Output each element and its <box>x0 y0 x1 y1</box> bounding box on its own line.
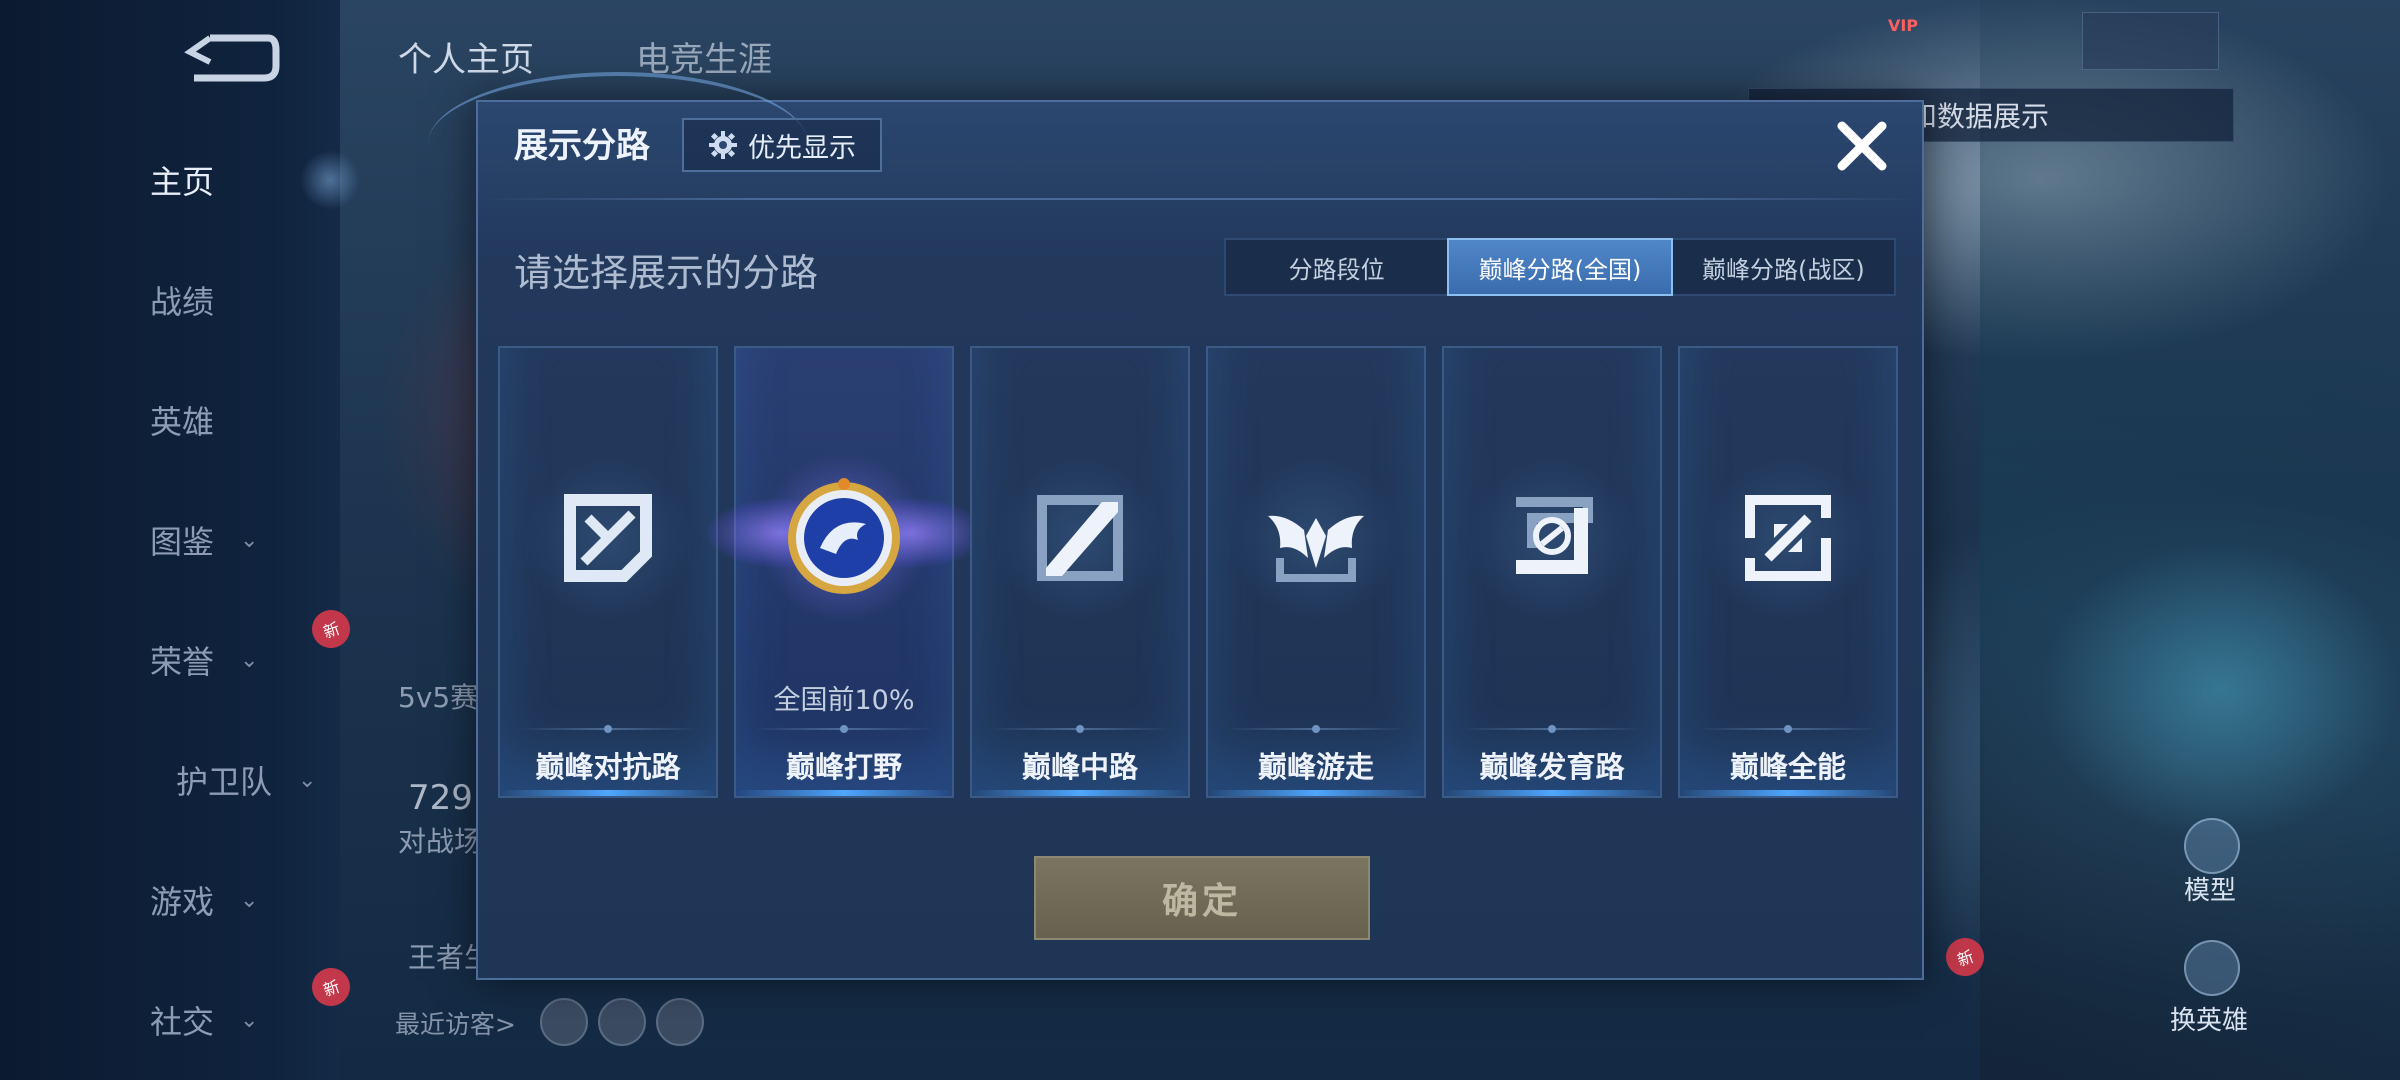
sidebar-item-label: 社交 <box>150 1003 215 1041</box>
stat-number: 729 <box>408 778 473 818</box>
card-divider <box>1462 728 1642 730</box>
change-hero-button[interactable]: 换英雄 <box>2170 1000 2248 1037</box>
sidebar: 主页 战绩 英雄 图鉴 ⌄ 荣誉 ⌄ 新 护卫队 ⌄ 游戏 ⌄ 社交 ⌄ 新 <box>0 0 360 1080</box>
emblem-ring <box>523 453 693 623</box>
mid-lane-icon <box>1037 495 1123 581</box>
close-button[interactable] <box>1830 114 1894 178</box>
tab-personal-home[interactable]: 个人主页 <box>398 32 534 81</box>
card-divider <box>754 728 934 730</box>
change-hero-icon[interactable] <box>2184 940 2240 996</box>
sidebar-item-label: 护卫队 <box>176 763 273 801</box>
lane-type-segmented-control: 分路段位 巅峰分路(全国) 巅峰分路(战区) <box>1224 238 1896 296</box>
lane-card-jungle[interactable]: 全国前10% 巅峰打野 <box>706 346 986 798</box>
lane-display-dialog: 展示分路 优先显示 请选择展示的分路 分路段位 巅峰分路(全国) 巅峰分路(战区… <box>428 72 1924 980</box>
sidebar-item-records[interactable]: 战绩 <box>150 270 330 330</box>
emblem-ring <box>759 453 929 623</box>
card-divider <box>1698 728 1878 730</box>
header-divider <box>478 198 1922 200</box>
sidebar-item-label: 图鉴 <box>150 523 215 561</box>
lane-card-label: 巅峰全能 <box>1729 750 1846 784</box>
lane-card-label: 巅峰游走 <box>1257 750 1374 784</box>
sidebar-item-heroes[interactable]: 英雄 <box>150 390 330 450</box>
close-icon <box>1837 121 1887 171</box>
all-round-icon <box>1745 495 1831 581</box>
sidebar-item-label: 战绩 <box>150 283 215 321</box>
sidebar-item-label: 荣誉 <box>150 643 215 681</box>
dialog-subtitle: 请选择展示的分路 <box>514 251 819 295</box>
emblem-ring <box>1703 453 1873 623</box>
lane-card-mid[interactable]: 巅峰中路 <box>970 346 1190 798</box>
gear-icon <box>709 131 737 159</box>
emblem-ring <box>1467 453 1637 623</box>
segment-lane-rank[interactable]: 分路段位 <box>1226 240 1447 294</box>
card-divider <box>990 728 1170 730</box>
lane-card-label: 巅峰打野 <box>785 750 902 784</box>
visitor-avatar[interactable] <box>598 998 646 1046</box>
dialog-title: 展示分路 <box>514 126 650 166</box>
mode-label: 5v5赛 <box>398 681 479 714</box>
sidebar-item-label: 游戏 <box>150 883 215 921</box>
vip-icon: VIP <box>1888 16 1919 35</box>
lane-card-all-round[interactable]: 巅峰全能 <box>1678 346 1898 798</box>
sidebar-item-games[interactable]: 游戏 ⌄ <box>150 870 330 930</box>
confirm-button[interactable]: 确定 <box>1034 856 1370 940</box>
chevron-down-icon: ⌄ <box>240 527 259 553</box>
priority-display-button[interactable]: 优先显示 <box>682 118 882 172</box>
chevron-down-icon: ⌄ <box>240 887 259 913</box>
chevron-down-icon: ⌄ <box>240 1007 259 1033</box>
top-right-dropdown[interactable] <box>2082 12 2219 70</box>
priority-button-label: 优先显示 <box>748 132 856 164</box>
chevron-down-icon: ⌄ <box>298 767 317 793</box>
back-arrow-icon <box>184 34 280 82</box>
sidebar-item-label: 主页 <box>150 163 215 201</box>
lane-card-roam[interactable]: 巅峰游走 <box>1206 346 1426 798</box>
card-divider <box>1226 728 1406 730</box>
farm-lane-icon <box>1516 497 1593 574</box>
sidebar-item-codex[interactable]: 图鉴 ⌄ <box>150 510 330 570</box>
lane-cards: 巅峰对抗路 全国前10% 巅峰打野 巅峰中路 巅峰游走 巅峰发育路 巅峰全能 <box>498 346 1906 798</box>
model-button[interactable]: 模型 <box>2184 870 2236 907</box>
lane-card-clash[interactable]: 巅峰对抗路 <box>498 346 718 798</box>
emblem-ring <box>1231 453 1401 623</box>
jungle-dragon-emblem-icon <box>788 478 900 594</box>
lane-card-label: 巅峰中路 <box>1021 750 1138 784</box>
visitor-avatar[interactable] <box>656 998 704 1046</box>
stat-label: 对战场 <box>398 825 483 858</box>
sidebar-item-label: 英雄 <box>150 403 215 441</box>
lane-card-farm[interactable]: 巅峰发育路 <box>1442 346 1662 798</box>
chevron-down-icon: ⌄ <box>240 647 259 673</box>
sidebar-item-honor[interactable]: 荣誉 ⌄ <box>150 630 330 690</box>
lane-card-label: 巅峰对抗路 <box>535 750 681 784</box>
model-icon[interactable] <box>2184 818 2240 874</box>
lane-rank-text: 全国前10% <box>773 685 915 716</box>
back-button[interactable] <box>180 30 280 86</box>
emblem-ring <box>995 453 1165 623</box>
sidebar-item-social[interactable]: 社交 ⌄ <box>150 990 330 1050</box>
segment-peak-national[interactable]: 巅峰分路(全国) <box>1447 238 1673 296</box>
visitor-avatar[interactable] <box>540 998 588 1046</box>
recent-visitors-link[interactable]: 最近访客> <box>395 1005 516 1041</box>
clash-lane-icon <box>564 494 652 582</box>
segment-peak-region[interactable]: 巅峰分路(战区) <box>1673 240 1894 294</box>
card-divider <box>518 728 698 730</box>
background-hero-robe <box>2040 540 2400 840</box>
lane-card-label: 巅峰发育路 <box>1479 750 1625 784</box>
sidebar-item-home[interactable]: 主页 <box>150 150 330 210</box>
sidebar-item-guard-team[interactable]: 护卫队 ⌄ <box>176 750 356 810</box>
roam-wings-icon <box>1268 515 1364 582</box>
